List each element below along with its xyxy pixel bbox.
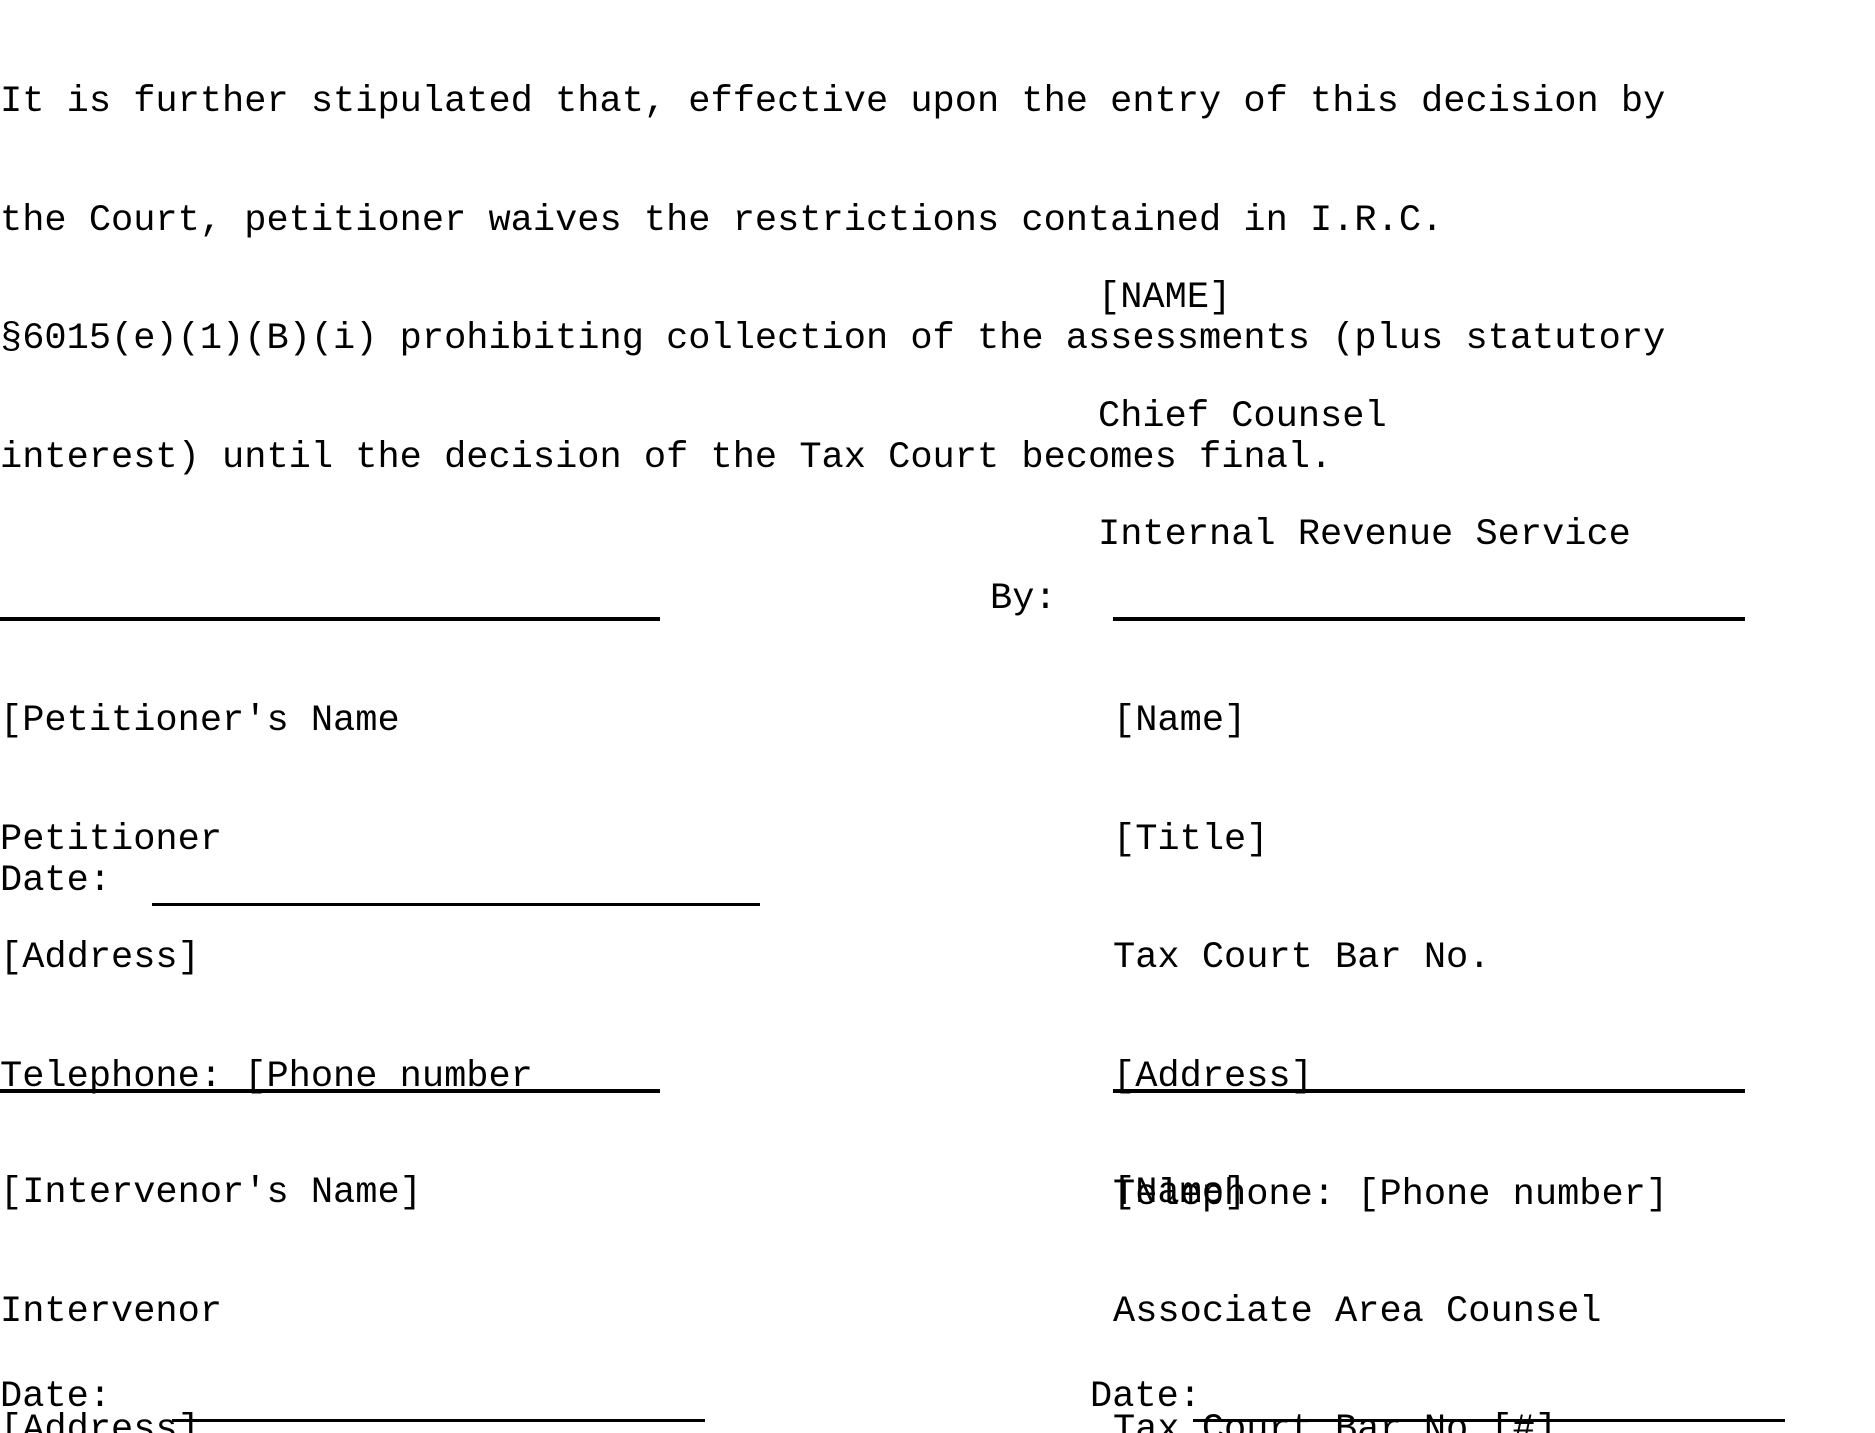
petitioner-name: [Petitioner's Name [0,700,400,742]
counsel-title: [Title] [1113,818,1269,861]
counsel-name: [Name] [1113,700,1247,742]
chief-counsel-title: Chief Counsel [1098,395,1387,438]
petitioner-date-label: Date: [0,860,112,902]
chief-counsel-name: [NAME] [1098,277,1232,319]
counsel-signature-line[interactable] [1113,617,1745,621]
paragraph-line-1: It is further stipulated that, effective… [0,81,1666,123]
associate-counsel-date-label: Date: [1090,1376,1202,1418]
associate-counsel-signature-line[interactable] [1113,1089,1745,1093]
petitioner-date-line[interactable] [152,903,760,906]
intervenor-date-line[interactable] [172,1419,705,1422]
intervenor-name: [Intervenor's Name] [0,1172,422,1214]
counsel-bar-no: Tax Court Bar No. [1113,937,1491,979]
associate-counsel-date-line[interactable] [1193,1419,1785,1422]
associate-counsel-name: [Name] [1113,1172,1247,1214]
petitioner-role: Petitioner [0,818,223,861]
intervenor-date-label: Date: [0,1376,112,1418]
intervenor-signature-line[interactable] [0,1089,660,1093]
petitioner-address: [Address] [0,937,200,979]
document-page: It is further stipulated that, effective… [0,0,1875,1433]
petitioner-signature-line[interactable] [0,617,660,621]
intervenor-role: Intervenor [0,1290,223,1333]
associate-counsel-title: Associate Area Counsel [1113,1290,1602,1333]
chief-counsel-block: [NAME] Chief Counsel Internal Revenue Se… [1098,200,1631,635]
chief-counsel-agency: Internal Revenue Service [1098,514,1631,556]
by-label: By: [990,578,1057,620]
